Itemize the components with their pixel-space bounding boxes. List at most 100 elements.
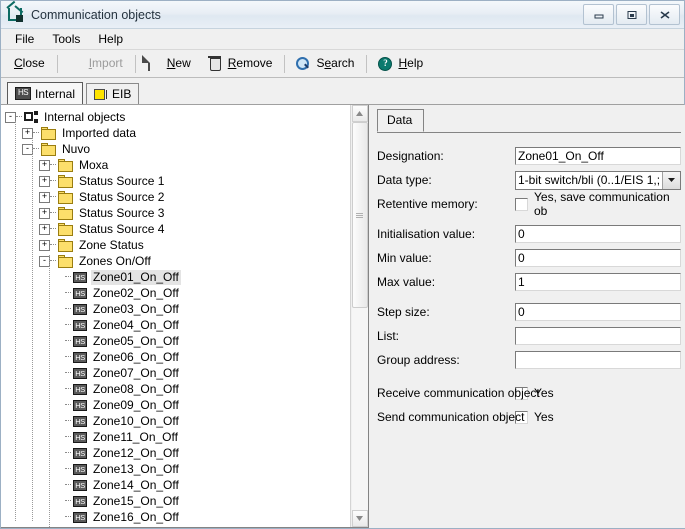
tree-leaf-item[interactable]: HS Zone12_On_Off <box>5 445 350 461</box>
hs-icon: HS <box>73 511 87 523</box>
tree-connector <box>50 244 56 246</box>
stop-icon <box>68 56 83 71</box>
tree-leaf-item[interactable]: HS Zone08_On_Off <box>5 381 350 397</box>
import-toolbar-button[interactable]: Import <box>61 53 132 75</box>
tree-leaf-item[interactable]: HS Zone15_On_Off <box>5 493 350 509</box>
max-value-label: Max value: <box>377 275 436 289</box>
tree-folder-item[interactable]: - Nuvo <box>5 141 350 157</box>
view-tabs: HS Internal EIB <box>1 78 684 105</box>
tree-leaf-item[interactable]: HS Zone02_On_Off <box>5 285 350 301</box>
tree-leaf-item[interactable]: HS Zone09_On_Off <box>5 397 350 413</box>
tree-leaf-item[interactable]: HSAction <box>5 525 350 528</box>
chevron-down-icon[interactable] <box>662 171 681 189</box>
tree-leaf-item[interactable]: HS Zone06_On_Off <box>5 349 350 365</box>
tab-internal-label: Internal <box>35 86 76 101</box>
min-value-input[interactable]: 0 <box>515 249 682 267</box>
hs-icon: HS <box>73 367 87 379</box>
menu-tools[interactable]: Tools <box>43 30 89 48</box>
tree-leaf-item[interactable]: HS Zone01_On_Off <box>5 269 350 285</box>
tree-item-label: Zone Status <box>79 237 144 252</box>
hs-icon: HS <box>73 431 87 443</box>
minimize-button[interactable] <box>583 4 614 25</box>
menu-bar: File Tools Help <box>1 29 684 50</box>
maximize-button[interactable] <box>616 4 647 25</box>
tree-leaf-item[interactable]: HS Zone04_On_Off <box>5 317 350 333</box>
minimize-icon <box>594 14 603 18</box>
scroll-thumb[interactable] <box>351 122 368 308</box>
scroll-down-button[interactable] <box>351 510 368 527</box>
tree-leaf-item[interactable]: HS Zone14_On_Off <box>5 477 350 493</box>
expand-toggle-icon[interactable]: + <box>39 159 50 171</box>
tree-folder-item[interactable]: - Internal objects <box>5 109 350 125</box>
group-address-label: Group address: <box>377 353 460 367</box>
title-bar: Communication objects <box>1 0 684 29</box>
tree-item-label: Zone07_On_Off <box>93 365 179 380</box>
tab-eib[interactable]: EIB <box>86 83 140 104</box>
group-address-input[interactable] <box>515 351 682 369</box>
hs-icon: HS <box>73 303 87 315</box>
tree-vertical-scrollbar[interactable] <box>350 105 368 527</box>
tree-folder-item[interactable]: - Zones On/Off <box>5 253 350 269</box>
tree-connector <box>65 372 71 374</box>
designation-input[interactable]: Zone01_On_Off <box>515 147 682 165</box>
tab-data[interactable]: Data <box>377 109 425 132</box>
hs-icon: HS <box>73 479 87 491</box>
expand-toggle-icon[interactable]: + <box>39 239 50 251</box>
field-row-max-value: Max value: 1 <box>377 270 682 294</box>
tree-leaf-item[interactable]: HS Zone16_On_Off <box>5 509 350 525</box>
tree-item-label: Zone13_On_Off <box>93 461 179 476</box>
search-toolbar-button[interactable]: Search <box>288 53 363 75</box>
tree-leaf-item[interactable]: HS Zone10_On_Off <box>5 413 350 429</box>
designation-label: Designation: <box>377 149 444 163</box>
tree-folder-item[interactable]: + Status Source 4 <box>5 221 350 237</box>
tree-leaf-item[interactable]: HS Zone11_On_Off <box>5 429 350 445</box>
folder-icon <box>58 206 74 220</box>
tab-internal[interactable]: HS Internal <box>7 82 84 104</box>
new-toolbar-button[interactable]: New <box>139 53 200 75</box>
expand-toggle-icon[interactable]: + <box>39 191 50 203</box>
remove-toolbar-button[interactable]: Remove <box>200 53 282 75</box>
help-toolbar-button[interactable]: ? Help <box>370 53 432 75</box>
close-button[interactable] <box>649 4 680 25</box>
hs-icon: HS <box>73 287 87 299</box>
max-value-input[interactable]: 1 <box>515 273 682 291</box>
expand-toggle-icon[interactable]: + <box>39 175 50 187</box>
initialisation-value-input[interactable]: 0 <box>515 225 682 243</box>
list-input[interactable] <box>515 327 682 345</box>
menu-file[interactable]: File <box>6 30 43 48</box>
expand-toggle-icon[interactable]: + <box>39 223 50 235</box>
tree-connector <box>33 148 39 150</box>
tree-folder-item[interactable]: + Status Source 2 <box>5 189 350 205</box>
tree-leaf-item[interactable]: HS Zone07_On_Off <box>5 365 350 381</box>
scroll-track[interactable] <box>351 122 368 510</box>
tree-leaf-item[interactable]: HS Zone13_On_Off <box>5 461 350 477</box>
close-toolbar-button[interactable]: Close <box>5 53 54 75</box>
object-tree[interactable]: - Internal objects + Imported data - Nuvo + Mox… <box>1 105 350 527</box>
tree-connector <box>33 132 39 134</box>
data-type-select[interactable]: 1-bit switch/bli (0..1/EIS 1,; <box>515 170 682 190</box>
scroll-up-button[interactable] <box>351 105 368 122</box>
tree-item-label: Zone04_On_Off <box>93 317 179 332</box>
tree-folder-item[interactable]: + Imported data <box>5 125 350 141</box>
tree-folder-item[interactable]: + Zone Status <box>5 237 350 253</box>
tree-folder-item[interactable]: + Moxa <box>5 157 350 173</box>
tree-item-label: Zone02_On_Off <box>93 285 179 300</box>
tree-guide-line <box>32 137 33 521</box>
tree-leaf-item[interactable]: HS Zone05_On_Off <box>5 333 350 349</box>
menu-help[interactable]: Help <box>89 30 132 48</box>
hs-icon: HS <box>73 463 87 475</box>
tree-leaf-item[interactable]: HS Zone03_On_Off <box>5 301 350 317</box>
trash-icon <box>207 56 222 71</box>
tree-folder-item[interactable]: + Status Source 1 <box>5 173 350 189</box>
min-value-label: Min value: <box>377 251 432 265</box>
tree-item-label: Imported data <box>62 125 137 140</box>
retentive-memory-checkbox[interactable] <box>515 197 528 211</box>
tree-connector <box>65 452 71 454</box>
folder-icon <box>58 222 74 236</box>
tree-connector <box>65 436 71 438</box>
scroll-grip-icon <box>356 212 363 218</box>
tree-folder-item[interactable]: + Status Source 3 <box>5 205 350 221</box>
expand-toggle-icon[interactable]: + <box>39 207 50 219</box>
hs-icon: HS <box>73 335 87 347</box>
step-size-input[interactable]: 0 <box>515 303 682 321</box>
